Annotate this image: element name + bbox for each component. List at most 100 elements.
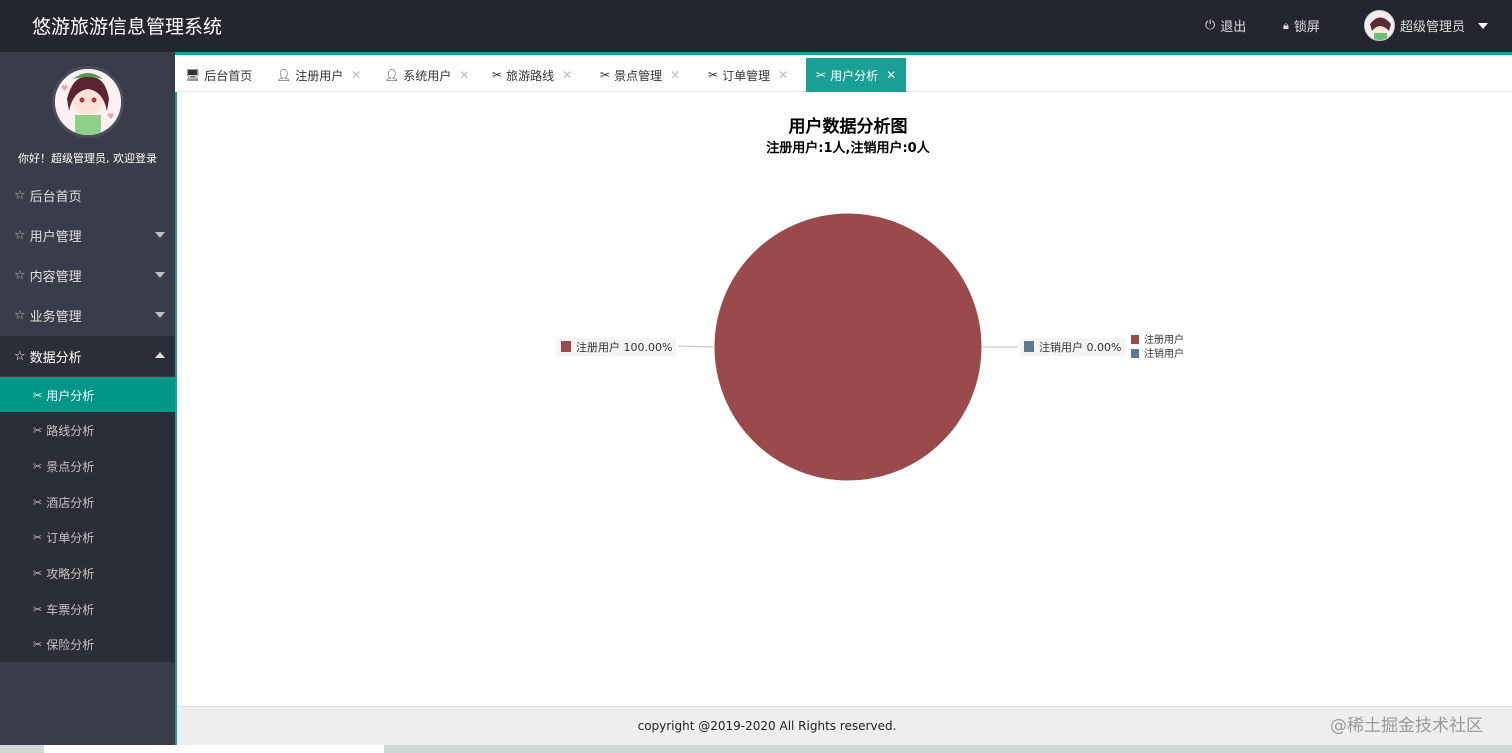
chevron-down-icon bbox=[1478, 22, 1489, 29]
user-icon: 👤︎ bbox=[276, 68, 292, 82]
chevron-down-icon bbox=[155, 232, 165, 238]
close-icon[interactable]: ✕ bbox=[562, 68, 572, 82]
close-icon[interactable]: ✕ bbox=[886, 68, 896, 82]
tab-label: 订单管理 bbox=[722, 68, 771, 83]
tab-bar: 🖥︎ 后台首页 👤︎ 注册用户 ✕ 👤︎ 系统用户 ✕ ✂ 旅游路线 ✕ ✂ 景… bbox=[175, 52, 1512, 92]
sidebar-item-label: 业务管理 bbox=[29, 309, 82, 325]
legend-swatch-registered bbox=[1131, 335, 1139, 344]
close-icon[interactable]: ✕ bbox=[670, 68, 680, 82]
sidebar-item-label: 后台首页 bbox=[29, 189, 82, 205]
data-label-swatch bbox=[1024, 341, 1034, 352]
star-icon: ☆ bbox=[14, 227, 26, 243]
sidebar-item-label: 数据分析 bbox=[29, 350, 82, 366]
footer: copyright @2019-2020 All Rights reserved… bbox=[177, 706, 1512, 745]
tab-label: 旅游路线 bbox=[506, 68, 555, 83]
data-label-registered: 注册用户 100.00% bbox=[576, 340, 672, 354]
leader-line-registered bbox=[677, 345, 715, 348]
sidebar-subitem-label: 酒店分析 bbox=[46, 495, 95, 510]
chevron-down-icon bbox=[155, 272, 165, 278]
sidebar: ♥ ♥ 你好！超级管理员, 欢迎登录 ☆ 后台首页 ☆ 用户管理 ☆ 内容管理 … bbox=[0, 52, 175, 753]
lock-label: 锁屏 bbox=[1293, 20, 1320, 35]
tab-home[interactable]: 🖥︎ 后台首页 bbox=[185, 58, 252, 92]
sidebar-subitem-label: 订单分析 bbox=[46, 530, 95, 545]
star-icon: ☆ bbox=[14, 267, 26, 283]
scissors-icon: ✂ bbox=[33, 637, 43, 651]
user-icon: 👤︎ bbox=[384, 68, 400, 82]
data-label-swatch bbox=[561, 341, 571, 352]
close-icon[interactable]: ✕ bbox=[459, 68, 469, 82]
sidebar-item-content-management[interactable]: ☆ 内容管理 bbox=[0, 255, 175, 295]
sidebar-subitem-label: 路线分析 bbox=[46, 423, 95, 438]
data-label-name: 注册用户 bbox=[576, 340, 620, 354]
tab-registered-users[interactable]: 👤︎ 注册用户 ✕ bbox=[276, 58, 361, 92]
watermark: @稀土掘金技术社区 bbox=[1330, 716, 1483, 736]
tab-label: 后台首页 bbox=[204, 68, 253, 83]
sidebar-item-home[interactable]: ☆ 后台首页 bbox=[0, 175, 175, 215]
sidebar-subitem-insurance-analysis[interactable]: ✂ 保险分析 bbox=[0, 626, 175, 662]
sidebar-subitem-label: 攻略分析 bbox=[46, 566, 95, 581]
taskbar-window bbox=[44, 745, 384, 753]
user-name: 超级管理员 bbox=[1400, 20, 1466, 35]
logout-button[interactable]: ⏻ 退出 bbox=[1205, 16, 1246, 35]
data-label-name: 注销用户 bbox=[1039, 340, 1083, 354]
tab-label: 用户分析 bbox=[830, 68, 879, 83]
top-header: 悠游旅游信息管理系统 ⏻ 退出 🔒︎ 锁屏 超级管理员 bbox=[0, 0, 1512, 52]
tab-user-analysis[interactable]: ✂ 用户分析 ✕ bbox=[806, 58, 907, 92]
pie-slice-registered[interactable] bbox=[713, 212, 983, 482]
avatar: ♥ ♥ bbox=[52, 66, 124, 138]
sidebar-item-data-analysis[interactable]: ☆ 数据分析 bbox=[0, 336, 175, 376]
sidebar-item-label: 用户管理 bbox=[29, 229, 82, 245]
scissors-icon: ✂ bbox=[708, 68, 719, 82]
tab-system-users[interactable]: 👤︎ 系统用户 ✕ bbox=[384, 58, 469, 92]
legend-swatch-cancelled bbox=[1131, 349, 1139, 358]
tab-travel-routes[interactable]: ✂ 旅游路线 ✕ bbox=[492, 58, 572, 92]
copyright-text: copyright @2019-2020 All Rights reserved… bbox=[637, 719, 897, 733]
legend-item-cancelled[interactable]: 注销用户 bbox=[1144, 347, 1184, 360]
avatar bbox=[1364, 10, 1395, 41]
chart-subtitle: 注册用户:1人,注销用户:0人 bbox=[766, 141, 930, 156]
lock-icon: 🔒︎ bbox=[1283, 18, 1289, 32]
close-icon[interactable]: ✕ bbox=[351, 68, 361, 82]
sidebar-subitem-label: 车票分析 bbox=[46, 602, 95, 617]
sidebar-subitem-hotel-analysis[interactable]: ✂ 酒店分析 bbox=[0, 484, 175, 520]
sidebar-subitem-user-analysis[interactable]: ✂ 用户分析 bbox=[0, 377, 175, 413]
sidebar-subitem-guide-analysis[interactable]: ✂ 攻略分析 bbox=[0, 555, 175, 591]
scissors-icon: ✂ bbox=[33, 388, 43, 402]
sidebar-subitem-label: 保险分析 bbox=[46, 637, 95, 652]
tab-label: 景点管理 bbox=[614, 68, 663, 83]
sidebar-item-business-management[interactable]: ☆ 业务管理 bbox=[0, 295, 175, 335]
close-icon[interactable]: ✕ bbox=[778, 68, 788, 82]
chevron-down-icon bbox=[155, 312, 165, 318]
scissors-icon: ✂ bbox=[33, 423, 43, 437]
scissors-icon: ✂ bbox=[600, 68, 611, 82]
star-icon: ☆ bbox=[14, 187, 26, 203]
scissors-icon: ✂ bbox=[816, 68, 827, 82]
svg-text:♥: ♥ bbox=[61, 84, 68, 93]
sidebar-item-user-management[interactable]: ☆ 用户管理 bbox=[0, 215, 175, 255]
pie-chart: 注册用户 100.00% 注销用户 0.00% 注册用户 注销用户 bbox=[556, 212, 1184, 482]
lock-screen-button[interactable]: 🔒︎ 锁屏 bbox=[1283, 16, 1320, 36]
tab-spot-management[interactable]: ✂ 景点管理 ✕ bbox=[600, 58, 680, 92]
content-left-border bbox=[175, 92, 177, 753]
chart-title: 用户数据分析图 bbox=[788, 117, 908, 137]
svg-text:♥: ♥ bbox=[107, 112, 114, 121]
tab-order-management[interactable]: ✂ 订单管理 ✕ bbox=[708, 58, 788, 92]
tab-label: 注册用户 bbox=[295, 68, 344, 83]
scissors-icon: ✂ bbox=[33, 495, 43, 509]
data-label-percent: 100.00% bbox=[624, 341, 673, 354]
data-label-cancelled: 注销用户 0.00% bbox=[1039, 340, 1121, 354]
legend-item-registered[interactable]: 注册用户 bbox=[1144, 333, 1184, 346]
power-icon: ⏻ bbox=[1205, 18, 1216, 33]
sidebar-subitem-ticket-analysis[interactable]: ✂ 车票分析 bbox=[0, 591, 175, 627]
star-icon: ☆ bbox=[14, 307, 26, 323]
app-logo-title: 悠游旅游信息管理系统 bbox=[32, 16, 223, 38]
sidebar-subitem-order-analysis[interactable]: ✂ 订单分析 bbox=[0, 519, 175, 555]
sidebar-subitem-route-analysis[interactable]: ✂ 路线分析 bbox=[0, 412, 175, 448]
sidebar-subitem-label: 用户分析 bbox=[46, 388, 95, 403]
welcome-text: 你好！超级管理员, 欢迎登录 bbox=[18, 152, 157, 165]
sidebar-subitem-spot-analysis[interactable]: ✂ 景点分析 bbox=[0, 448, 175, 484]
scissors-icon: ✂ bbox=[33, 602, 43, 616]
user-menu[interactable]: 超级管理员 bbox=[1364, 10, 1489, 41]
star-icon: ☆ bbox=[14, 348, 26, 364]
chevron-up-icon bbox=[155, 352, 165, 358]
